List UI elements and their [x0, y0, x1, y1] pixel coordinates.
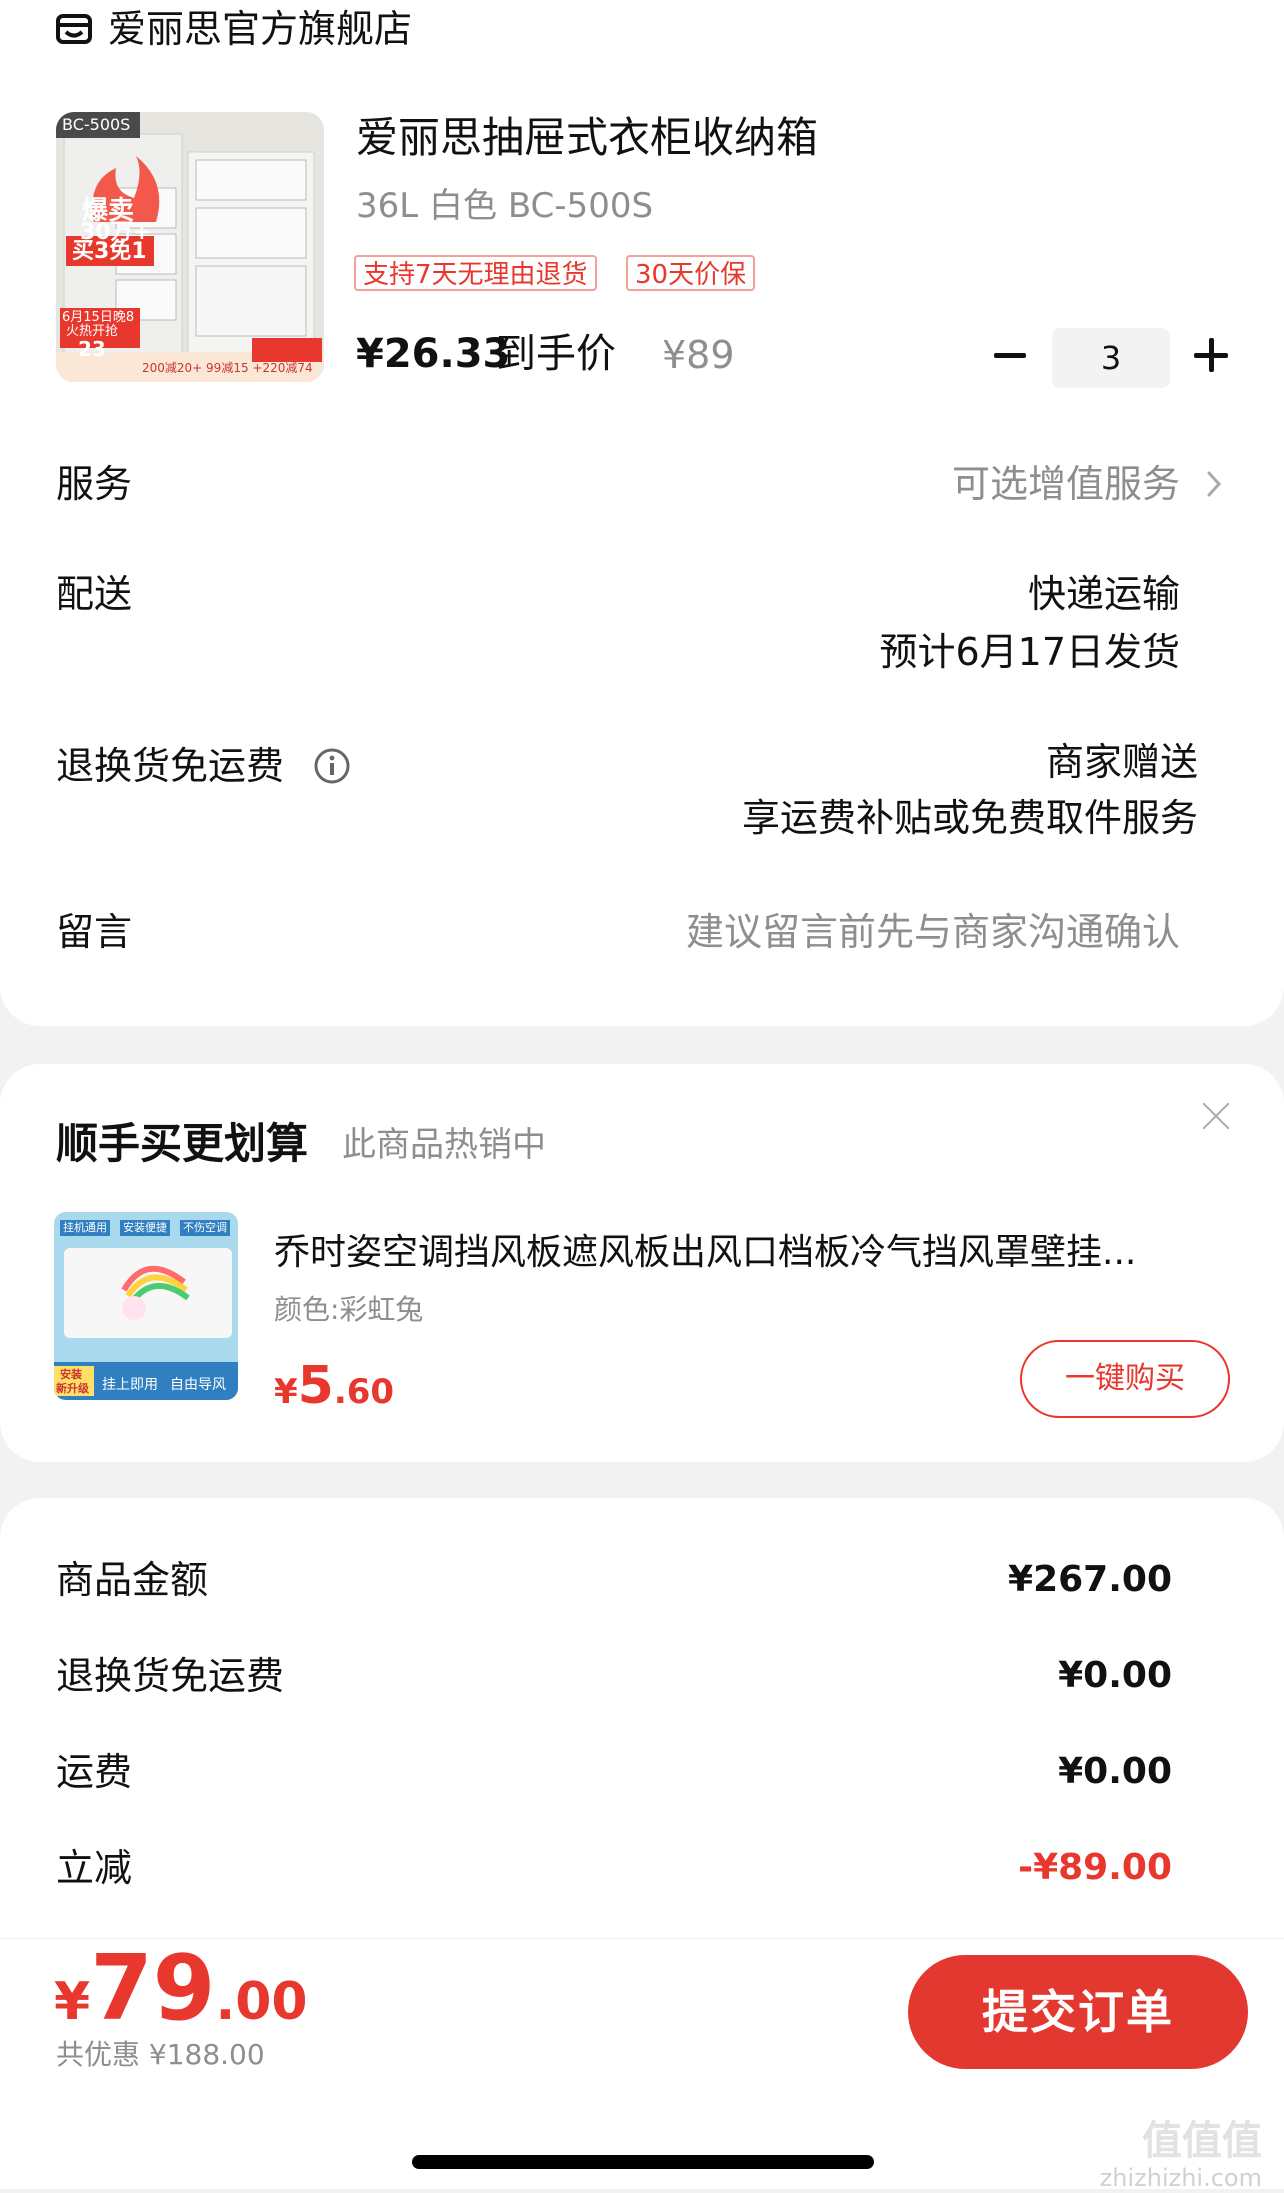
summary-label-return-shipping: 退换货免运费 — [56, 1654, 285, 1698]
home-indicator[interactable] — [412, 2155, 874, 2169]
summary-value-discount: -¥89.00 — [1018, 1847, 1172, 1888]
recommend-price-currency: ¥ — [274, 1372, 298, 1412]
return-shipping-value: 商家赠送 — [1045, 740, 1198, 784]
final-price: ¥26.33 — [356, 331, 511, 377]
recommend-image-bottom2: 新升级 — [56, 1382, 89, 1395]
message-input[interactable]: 建议留言前先与商家沟通确认 — [686, 906, 1180, 958]
recommend-image-tag1: 挂机通用 — [60, 1220, 110, 1236]
product-title[interactable]: 爱丽思抽屉式衣柜收纳箱 — [356, 110, 818, 166]
tag-7day-return: 支持7天无理由退货 — [354, 255, 597, 291]
summary-value-return-shipping: ¥0.00 — [1058, 1655, 1172, 1696]
recommend-price-dec: .60 — [333, 1372, 395, 1412]
message-label: 留言 — [56, 910, 133, 954]
watermark-url: zhizhizhi.com — [1099, 2164, 1262, 2192]
summary-value-shipping: ¥0.00 — [1058, 1751, 1172, 1792]
quantity-plus-button[interactable] — [1194, 338, 1228, 372]
quantity-input[interactable]: 3 — [1052, 328, 1170, 388]
product-image-coupons: 200减20+ 99减15 +220减74 — [142, 361, 313, 375]
summary-label-goods: 商品金额 — [56, 1558, 209, 1602]
product-image-hot3: 买3免1 — [72, 239, 147, 264]
recommend-item-image[interactable]: 挂机通用 安装便捷 不伤空调 安装 新升级 挂上即用 自由导风 — [54, 1212, 238, 1400]
summary-label-shipping: 运费 — [56, 1750, 133, 1794]
final-price-label: 到手价 — [496, 331, 616, 377]
recommend-title: 顺手买更划算 — [56, 1119, 309, 1168]
service-value[interactable]: 可选增值服务 — [952, 458, 1180, 510]
original-price: ¥89 — [662, 333, 735, 377]
return-shipping-desc: 享运费补贴或免费取件服务 — [741, 796, 1198, 840]
product-spec[interactable]: 36L 白色 BC-500S — [356, 184, 653, 228]
total-saving: 共优惠 ¥188.00 — [56, 2038, 265, 2071]
product-image[interactable]: BC-500S 爆卖 30万+ 买3免1 6月15日晚8 火热开抢 23 200… — [56, 112, 324, 382]
tag-price-protect: 30天价保 — [626, 255, 756, 291]
return-shipping-label: 退换货免运费 — [56, 744, 285, 788]
product-image-price: 23 — [78, 337, 106, 361]
recommend-subtitle: 此商品热销中 — [342, 1125, 546, 1165]
recommend-image-bottom4: 自由导风 — [170, 1377, 226, 1393]
chevron-right-icon[interactable] — [1206, 470, 1222, 498]
summary-label-discount: 立减 — [56, 1846, 133, 1890]
total-currency: ¥ — [54, 1972, 91, 2032]
recommend-image-bottom3: 挂上即用 — [102, 1377, 158, 1393]
store-icon — [56, 14, 92, 44]
recommend-image-bottom1: 安装 — [60, 1368, 82, 1381]
recommend-item-price: ¥5.60 — [274, 1356, 394, 1428]
product-image-model: BC-500S — [62, 115, 131, 134]
submit-order-button[interactable]: 提交订单 — [908, 1955, 1248, 2069]
checkout-bar: ¥79.00 共优惠 ¥188.00 提交订单 值值值 zhizhizhi.co… — [0, 1938, 1284, 2192]
watermark: 值值值 zhizhizhi.com — [1100, 2119, 1262, 2193]
recommend-price-int: 5 — [297, 1356, 334, 1416]
total-int: 79 — [90, 1936, 216, 2041]
total-price: ¥79.00 — [54, 1939, 308, 2039]
summary-value-goods: ¥267.00 — [1008, 1559, 1172, 1600]
watermark-logo: 值值值 — [1142, 2118, 1262, 2164]
recommend-item-spec: 颜色:彩虹兔 — [274, 1293, 424, 1326]
one-click-buy-button[interactable]: 一键购买 — [1020, 1340, 1230, 1418]
service-label: 服务 — [56, 462, 133, 506]
delivery-eta: 预计6月17日发货 — [879, 630, 1180, 674]
store-name[interactable]: 爱丽思官方旗舰店 — [108, 4, 412, 54]
info-icon[interactable] — [314, 748, 350, 784]
total-dec: .00 — [215, 1972, 308, 2032]
delivery-method[interactable]: 快递运输 — [1028, 568, 1180, 620]
quantity-minus-button[interactable] — [994, 338, 1026, 372]
delivery-label: 配送 — [56, 572, 133, 616]
recommend-card: 顺手买更划算 此商品热销中 挂机通用 安装便捷 不伤空调 安装 新升级 挂上即用… — [0, 1064, 1284, 1462]
recommend-item-name[interactable]: 乔时姿空调挡风板遮风板出风口档板冷气挡风罩壁挂... — [274, 1228, 1232, 1278]
close-icon[interactable] — [1200, 1100, 1232, 1132]
recommend-image-tag3: 不伤空调 — [180, 1220, 230, 1236]
recommend-image-tag2: 安装便捷 — [120, 1220, 170, 1236]
